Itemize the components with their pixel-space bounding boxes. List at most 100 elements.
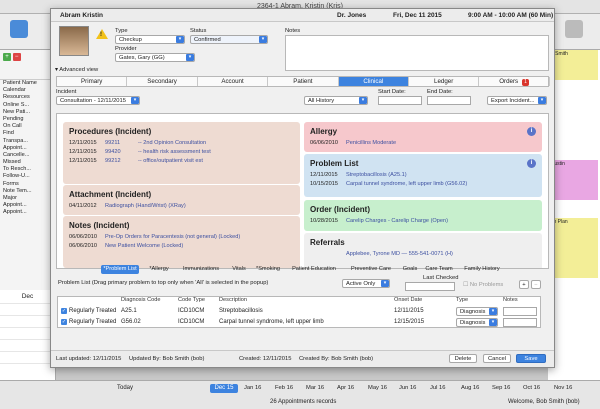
problem-filter-select[interactable]: Active Only ▾ <box>342 279 390 288</box>
appointment-block[interactable]: ith Plan <box>550 218 598 278</box>
card-row[interactable]: 12/11/2015 Streptobacillosis (A25.1) <box>304 171 542 180</box>
notes-input[interactable] <box>503 318 537 327</box>
timeline-date[interactable]: Feb 16 <box>275 385 293 391</box>
grid-header[interactable]: Type <box>456 297 468 304</box>
row-checkbox[interactable]: ✓ <box>61 308 67 314</box>
info-icon[interactable]: i <box>527 127 536 136</box>
save-button[interactable]: Save <box>516 354 546 363</box>
grid-header[interactable]: Description <box>219 297 247 304</box>
timeline-date[interactable]: Mar 16 <box>306 385 324 391</box>
sidebar-item[interactable]: Transpa... <box>0 138 55 145</box>
timeline-date[interactable]: Apr 16 <box>337 385 354 391</box>
type-select[interactable]: Diagnosis ▾ <box>456 318 498 327</box>
export-incident-select[interactable]: Export Incident... ▾ <box>487 96 547 105</box>
timeline-date[interactable]: Nov 16 <box>554 385 572 391</box>
card-row[interactable]: 06/06/2010 Pre-Op Orders for Paracentesis… <box>63 233 300 242</box>
notes-textarea[interactable] <box>285 35 549 71</box>
subtab-item[interactable]: Goals <box>400 265 420 274</box>
sidebar-item[interactable]: Appoint... <box>0 202 55 209</box>
provider-select[interactable]: Gates, Gary (GG) ▾ <box>115 53 195 62</box>
delete-button[interactable]: Delete <box>449 354 477 363</box>
calendar-week[interactable] <box>0 351 55 363</box>
card-row[interactable]: 12/11/2015 99211 -- 2nd Opinion Consultati… <box>63 139 300 148</box>
notes-input[interactable] <box>503 307 537 316</box>
sidebar-item[interactable]: Appoint... <box>0 209 55 216</box>
sidebar-item[interactable]: Follow-U... <box>0 173 55 180</box>
timeline-date[interactable]: Oct 16 <box>523 385 540 391</box>
card-row[interactable]: 10/28/2015 Carelip Charges - Carelip Char… <box>304 217 542 226</box>
sidebar-item[interactable]: New Pati... <box>0 109 55 116</box>
tab-ledger[interactable]: Ledger <box>409 77 480 86</box>
sidebar-item[interactable]: Pending <box>0 116 55 123</box>
no-problems-checkbox[interactable]: ☐ No Problems <box>463 282 503 288</box>
card-row[interactable]: 04/11/2012 Radiograph (Hand/Wrist) (XRay) <box>63 202 300 211</box>
card-row[interactable]: 06/06/2010 Penicillins Moderate <box>304 139 542 148</box>
timeline-date[interactable]: Aug 16 <box>461 385 479 391</box>
sidebar-item[interactable]: Calendar <box>0 87 55 94</box>
sidebar-item[interactable]: To Resch... <box>0 166 55 173</box>
subtab-item[interactable]: Immunizations <box>180 265 222 274</box>
status-select[interactable]: Confirmed ▾ <box>190 35 268 44</box>
browser-icon[interactable] <box>565 20 583 38</box>
cancel-button[interactable]: Cancel <box>483 354 511 363</box>
sidebar-item[interactable]: Cancelle... <box>0 152 55 159</box>
start-date-input[interactable] <box>378 96 422 105</box>
subtab-item[interactable]: Vitals <box>228 265 250 274</box>
grid-header[interactable]: Notes <box>503 297 518 304</box>
history-select[interactable]: All History ▾ <box>304 96 368 105</box>
grid-header[interactable]: Diagnosis Code <box>121 297 161 304</box>
subtab-item[interactable]: Preventive Care <box>347 265 395 274</box>
remove-icon[interactable]: − <box>12 53 21 61</box>
card-row[interactable]: 06/06/2010 New Patient Welcome (Locked) <box>63 242 300 251</box>
card-row[interactable]: 10/15/2015 Carpal tunnel syndrome, left u… <box>304 180 542 189</box>
card-row[interactable]: 12/11/2015 99212 -- office/outpatient visi… <box>63 157 300 166</box>
sidebar-item[interactable]: Note Tem... <box>0 188 55 195</box>
calendar-week[interactable] <box>0 315 55 327</box>
table-row[interactable]: ✓ Regularly Treated A25.1 ICD10CM Streptobac… <box>58 306 540 316</box>
sidebar-item[interactable]: Major <box>0 195 55 202</box>
add-icon[interactable]: + <box>3 53 11 61</box>
subtab-item[interactable]: *Smoking <box>254 265 282 274</box>
info-icon[interactable]: i <box>527 159 536 168</box>
sidebar-item[interactable]: Forms <box>0 181 55 188</box>
last-checked-input[interactable] <box>405 282 455 291</box>
selected-date[interactable]: Dec 15 <box>210 384 238 393</box>
type-select[interactable]: Diagnosis ▾ <box>456 307 498 316</box>
grid-header[interactable]: Onset Date <box>394 297 422 304</box>
remove-problem-button[interactable]: − <box>531 280 541 289</box>
subtab-item[interactable]: Care Team <box>423 265 455 274</box>
sidebar-item[interactable]: Appoint... <box>0 145 55 152</box>
tab-orders[interactable]: Orders 1 <box>479 77 550 86</box>
tab-secondary[interactable]: Secondary <box>127 77 198 86</box>
subtab-item[interactable]: *Problem List <box>101 265 139 274</box>
sidebar-item[interactable]: On Call <box>0 123 55 130</box>
appointment-block[interactable]: Austin <box>550 160 598 200</box>
tab-account[interactable]: Account <box>198 77 269 86</box>
today-button[interactable]: Today <box>117 385 133 391</box>
grid-header[interactable]: Code Type <box>178 297 205 304</box>
timeline-date[interactable]: May 16 <box>368 385 387 391</box>
appointment-block[interactable]: n Smith <box>550 50 598 80</box>
subtab-item[interactable]: Family History <box>460 265 504 274</box>
calendar-week[interactable] <box>0 327 55 339</box>
sidebar-item[interactable]: Find <box>0 130 55 137</box>
add-problem-button[interactable]: + <box>519 280 529 289</box>
tab-primary[interactable]: Primary <box>57 77 128 86</box>
subtab-item[interactable]: *Allergy <box>142 265 176 274</box>
subtab-item[interactable]: Patient Education <box>286 265 342 274</box>
incident-select[interactable]: Consultation - 12/11/2015 ▾ <box>56 96 140 105</box>
tab-clinical[interactable]: Clinical <box>338 77 409 86</box>
timeline-date[interactable]: Sep 16 <box>492 385 510 391</box>
sidebar-item[interactable]: Online S... <box>0 102 55 109</box>
advanced-view-toggle[interactable]: ▾ Advanced view <box>55 67 98 73</box>
sidebar-item[interactable]: Missed <box>0 159 55 166</box>
tab-patient[interactable]: Patient <box>268 77 339 86</box>
timeline-date[interactable]: Jun 16 <box>399 385 416 391</box>
timeline-date[interactable]: Jul 16 <box>430 385 445 391</box>
card-row[interactable]: Applebee, Tyrone MD — 555-541-0071 (H) <box>304 250 542 259</box>
calendar-week[interactable] <box>0 339 55 351</box>
timeline-date[interactable]: Jan 16 <box>244 385 261 391</box>
table-row[interactable]: ✓ Regularly Treated G56.02 ICD10CM Carpal tu… <box>58 317 540 327</box>
row-checkbox[interactable]: ✓ <box>61 319 67 325</box>
calendar-week[interactable] <box>0 303 55 315</box>
